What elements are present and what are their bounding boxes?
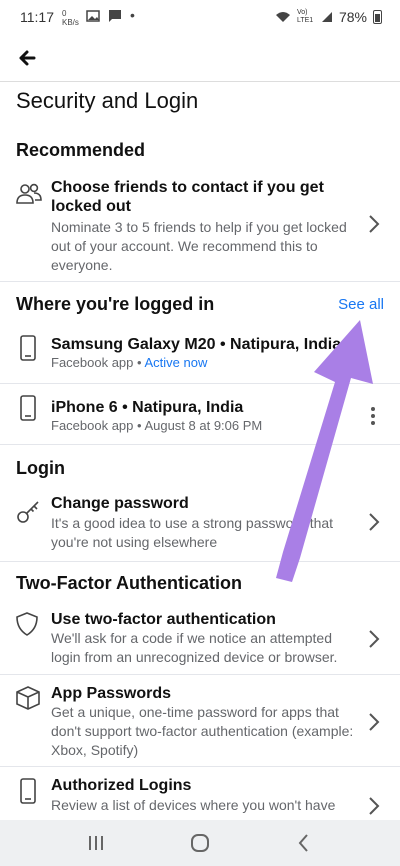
- chevron-right-icon: [369, 713, 380, 731]
- chevron-right-icon: [369, 630, 380, 648]
- friends-icon: [16, 183, 42, 204]
- recent-apps-icon[interactable]: [84, 831, 108, 855]
- key-icon: [17, 501, 39, 523]
- wifi-icon: [275, 12, 290, 22]
- home-icon[interactable]: [188, 831, 212, 855]
- divider: [0, 766, 400, 767]
- back-button[interactable]: [14, 44, 42, 72]
- device-name: Samsung Galaxy M20 • Natipura, India: [51, 336, 342, 353]
- notification-icons: 0 KB/s •: [62, 7, 135, 27]
- use-two-factor-description: We'll ask for a code if we notice an att…: [51, 630, 338, 665]
- phone-icon: [20, 778, 36, 804]
- recommended-header: Recommended: [16, 140, 146, 160]
- app-passwords-title: App Passwords: [51, 685, 172, 702]
- divider: [0, 444, 400, 445]
- logged-in-header: Where you're logged in: [16, 294, 215, 314]
- active-status: Active now: [144, 355, 208, 370]
- device-item-samsung[interactable]: Samsung Galaxy M20 • Natipura, India Fac…: [0, 328, 400, 382]
- change-password-description: It's a good idea to use a strong passwor…: [51, 515, 334, 550]
- net-speed-indicator: 0 KB/s: [62, 9, 79, 27]
- back-arrow-icon: [19, 50, 36, 66]
- chevron-right-icon: [369, 513, 380, 531]
- battery-percent: 78%: [338, 9, 367, 25]
- settings-content: Security and Login Recommended Choose fr…: [0, 82, 400, 820]
- chevron-right-icon: [369, 215, 380, 233]
- page-title: Security and Login: [16, 88, 199, 113]
- change-password-title: Change password: [51, 495, 189, 512]
- message-icon: [109, 10, 121, 22]
- use-two-factor-title: Use two-factor authentication: [51, 611, 276, 628]
- see-all-link[interactable]: See all: [338, 296, 384, 313]
- phone-icon: [20, 335, 36, 361]
- shield-icon: [16, 612, 38, 636]
- device-details: Facebook app • Active now: [51, 355, 207, 370]
- separator: •: [133, 355, 145, 370]
- authorized-logins-title: Authorized Logins: [51, 777, 192, 794]
- authorized-logins-item[interactable]: Authorized Logins Review a list of devic…: [0, 776, 400, 820]
- use-two-factor-item[interactable]: Use two-factor authentication We'll ask …: [0, 610, 400, 670]
- top-bar: [0, 34, 400, 82]
- back-nav-icon[interactable]: [292, 831, 316, 855]
- lte-label: Vo) LTE1: [296, 9, 314, 24]
- trusted-contacts-item[interactable]: Choose friends to contact if you get loc…: [0, 178, 400, 274]
- navigation-bar: [0, 820, 400, 866]
- trusted-contacts-description: Nominate 3 to 5 friends to help if you g…: [51, 219, 347, 273]
- status-time: 11:17: [20, 9, 54, 25]
- app-passwords-item[interactable]: App Passwords Get a unique, one-time pas…: [0, 684, 400, 762]
- app-passwords-description: Get a unique, one-time password for apps…: [51, 704, 354, 758]
- device-name: iPhone 6 • Natipura, India: [51, 399, 244, 416]
- divider: [0, 674, 400, 675]
- status-bar: 11:17 0 KB/s • Vo) LTE1 78%: [0, 0, 400, 34]
- authorized-logins-description: Review a list of devices where you won't…: [51, 797, 336, 813]
- login-header: Login: [16, 458, 65, 478]
- image-icon: [86, 10, 100, 22]
- divider: [0, 281, 400, 282]
- two-factor-header: Two-Factor Authentication: [16, 573, 242, 593]
- battery-icon: [373, 10, 382, 24]
- more-options-icon[interactable]: [370, 406, 376, 426]
- device-app: Facebook app: [51, 355, 134, 370]
- divider: [0, 561, 400, 562]
- trusted-contacts-title: Choose friends to contact if you get loc…: [51, 179, 324, 215]
- device-item-iphone[interactable]: iPhone 6 • Natipura, India Facebook app …: [0, 386, 400, 444]
- signal-icon: [321, 12, 332, 22]
- divider: [0, 383, 400, 384]
- chevron-right-icon: [369, 797, 380, 815]
- dot-icon: •: [130, 7, 135, 23]
- change-password-item[interactable]: Change password It's a good idea to use …: [0, 494, 400, 554]
- device-details: Facebook app • August 8 at 9:06 PM: [51, 418, 263, 433]
- box-icon: [16, 686, 40, 710]
- phone-icon: [20, 395, 36, 421]
- system-icons: Vo) LTE1 78%: [275, 9, 382, 25]
